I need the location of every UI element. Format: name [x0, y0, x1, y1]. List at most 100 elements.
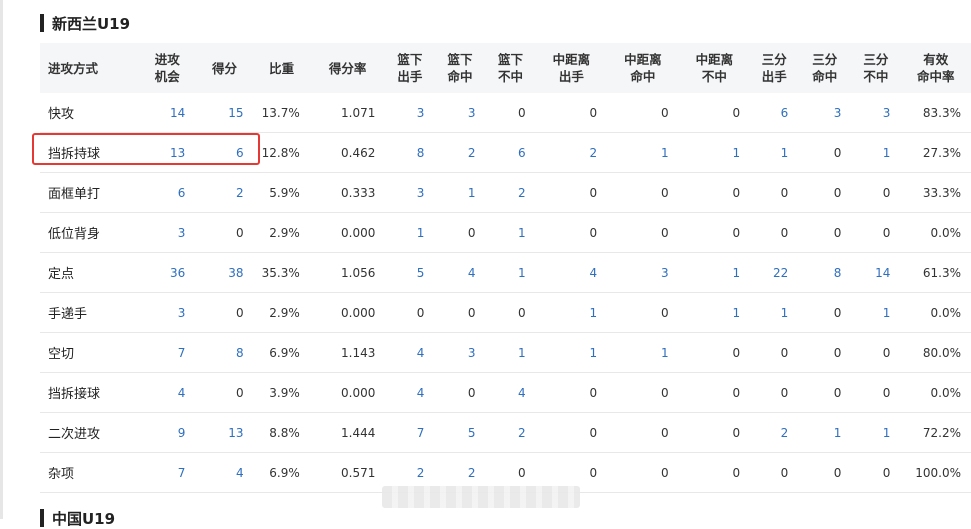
stat-cell-mm[interactable]: 3	[607, 252, 679, 293]
stat-cell-pts[interactable]: 38	[195, 252, 254, 293]
stat-cell-tx[interactable]: 1	[851, 132, 901, 173]
stat-cell-pts[interactable]: 15	[195, 93, 254, 133]
stat-cell-tm: 0	[798, 132, 852, 173]
stat-cell-rm[interactable]: 2	[434, 132, 486, 173]
table-row: 面框单打 6 2 5.9% 0.333 3 1 2 0 0 0 0 0 0 33.3%	[40, 172, 971, 213]
stat-cell-ra[interactable]: 1	[385, 212, 435, 253]
stat-cell-mm: 0	[607, 93, 679, 133]
stat-cell-tx[interactable]: 1	[851, 412, 901, 453]
stat-cell-efg: 72.2%	[900, 412, 971, 453]
play-type-label: 面框单打	[40, 172, 140, 213]
stat-cell-ra[interactable]: 7	[385, 412, 435, 453]
stat-cell-mm: 0	[607, 292, 679, 333]
stat-cell-tx[interactable]: 3	[851, 93, 901, 133]
column-header-line: 中距离	[624, 52, 662, 67]
play-type-label: 二次进攻	[40, 412, 140, 453]
stat-cell-ra[interactable]: 4	[385, 372, 435, 413]
stat-cell-opp[interactable]: 7	[139, 332, 196, 373]
column-header-line: 三分	[863, 52, 889, 67]
stat-cell-tx[interactable]: 1	[851, 292, 901, 333]
stat-cell-rm[interactable]: 3	[434, 93, 486, 133]
stat-cell-ma[interactable]: 4	[535, 252, 608, 293]
stat-cell-ra[interactable]: 5	[385, 252, 435, 293]
stat-cell-tx: 0	[851, 372, 901, 413]
stat-cell-pct: 12.8%	[253, 132, 310, 173]
stat-cell-rm[interactable]: 4	[434, 252, 486, 293]
stat-cell-pts[interactable]: 2	[195, 172, 254, 213]
stat-cell-mm[interactable]: 1	[607, 132, 679, 173]
stat-cell-opp[interactable]: 14	[139, 93, 196, 133]
stat-cell-pct: 5.9%	[253, 172, 310, 213]
stat-cell-ta[interactable]: 2	[750, 412, 799, 453]
stat-cell-ta: 0	[750, 172, 799, 213]
table-row: 定点 36 38 35.3% 1.056 5 4 1 4 3 1 22 8 14 61.3%	[40, 252, 971, 293]
column-header-line: 进攻	[154, 52, 180, 67]
stat-cell-rm[interactable]: 5	[434, 412, 486, 453]
stat-cell-rx[interactable]: 2	[485, 172, 536, 213]
stat-cell-rm[interactable]: 3	[434, 332, 486, 373]
stat-cell-opp[interactable]: 3	[139, 292, 196, 333]
stat-cell-ra[interactable]: 8	[385, 132, 435, 173]
stat-cell-rx[interactable]: 1	[485, 252, 536, 293]
column-header-ta: 三分 出手	[750, 43, 799, 93]
stat-cell-pts[interactable]: 8	[195, 332, 254, 373]
stat-cell-pts[interactable]: 13	[195, 412, 254, 453]
column-header-line: 命中	[812, 69, 838, 84]
stat-cell-rx: 0	[485, 93, 536, 133]
stat-cell-tm[interactable]: 8	[798, 252, 852, 293]
column-header-mx: 中距离 不中	[678, 43, 751, 93]
stat-cell-tm[interactable]: 1	[798, 412, 852, 453]
stat-cell-ppp: 0.000	[309, 372, 386, 413]
stat-cell-ra[interactable]: 3	[385, 93, 435, 133]
stat-cell-opp[interactable]: 6	[139, 172, 196, 213]
stat-cell-tm: 0	[798, 212, 852, 253]
stat-cell-ta: 0	[750, 452, 799, 493]
stat-cell-opp[interactable]: 3	[139, 212, 196, 253]
stat-cell-ra[interactable]: 3	[385, 172, 435, 213]
table-row: 低位背身 3 0 2.9% 0.000 1 0 1 0 0 0 0 0 0 0.0%	[40, 212, 971, 253]
stat-cell-opp[interactable]: 36	[139, 252, 196, 293]
stat-cell-opp[interactable]: 4	[139, 372, 196, 413]
stat-cell-ta[interactable]: 1	[750, 292, 799, 333]
stat-cell-ma[interactable]: 1	[535, 332, 608, 373]
left-border	[0, 0, 3, 519]
stat-cell-ma[interactable]: 2	[535, 132, 608, 173]
stat-cell-ta[interactable]: 1	[750, 132, 799, 173]
stat-cell-mm: 0	[607, 412, 679, 453]
stat-cell-ma[interactable]: 1	[535, 292, 608, 333]
stat-cell-rx[interactable]: 1	[485, 212, 536, 253]
column-header-line: 机会	[154, 69, 180, 84]
stat-cell-mx[interactable]: 1	[678, 252, 751, 293]
stat-cell-rx[interactable]: 1	[485, 332, 536, 373]
stat-cell-efg: 0.0%	[900, 372, 971, 413]
stat-cell-rx[interactable]: 2	[485, 412, 536, 453]
play-type-label: 快攻	[40, 93, 140, 133]
stat-cell-mx[interactable]: 1	[678, 292, 751, 333]
stat-cell-opp[interactable]: 9	[139, 412, 196, 453]
column-header-line: 出手	[558, 69, 584, 84]
stat-cell-efg: 0.0%	[900, 292, 971, 333]
column-header-line: 进攻方式	[48, 60, 99, 76]
column-header-line: 不中	[701, 69, 727, 84]
stat-cell-ra[interactable]: 4	[385, 332, 435, 373]
stat-cell-rm[interactable]: 1	[434, 172, 486, 213]
stat-cell-pct: 2.9%	[253, 212, 310, 253]
column-header-line: 比重	[269, 60, 295, 76]
stat-cell-mx[interactable]: 1	[678, 132, 751, 173]
stat-cell-ta[interactable]: 6	[750, 93, 799, 133]
stat-cell-rx[interactable]: 6	[485, 132, 536, 173]
highlight-box	[32, 133, 260, 165]
stat-cell-ta[interactable]: 22	[750, 252, 799, 293]
play-type-label: 定点	[40, 252, 140, 293]
column-header-pts: 得分	[195, 43, 254, 93]
stat-cell-tm[interactable]: 3	[798, 93, 852, 133]
stat-cell-mx: 0	[678, 212, 751, 253]
stat-cell-opp[interactable]: 7	[139, 452, 196, 493]
stat-cell-pts[interactable]: 4	[195, 452, 254, 493]
column-header-ppp: 得分率	[309, 43, 386, 93]
column-header-line: 不中	[863, 69, 889, 84]
stat-cell-mx: 0	[678, 452, 751, 493]
stat-cell-mm[interactable]: 1	[607, 332, 679, 373]
stat-cell-rx[interactable]: 4	[485, 372, 536, 413]
stat-cell-tx[interactable]: 14	[851, 252, 901, 293]
